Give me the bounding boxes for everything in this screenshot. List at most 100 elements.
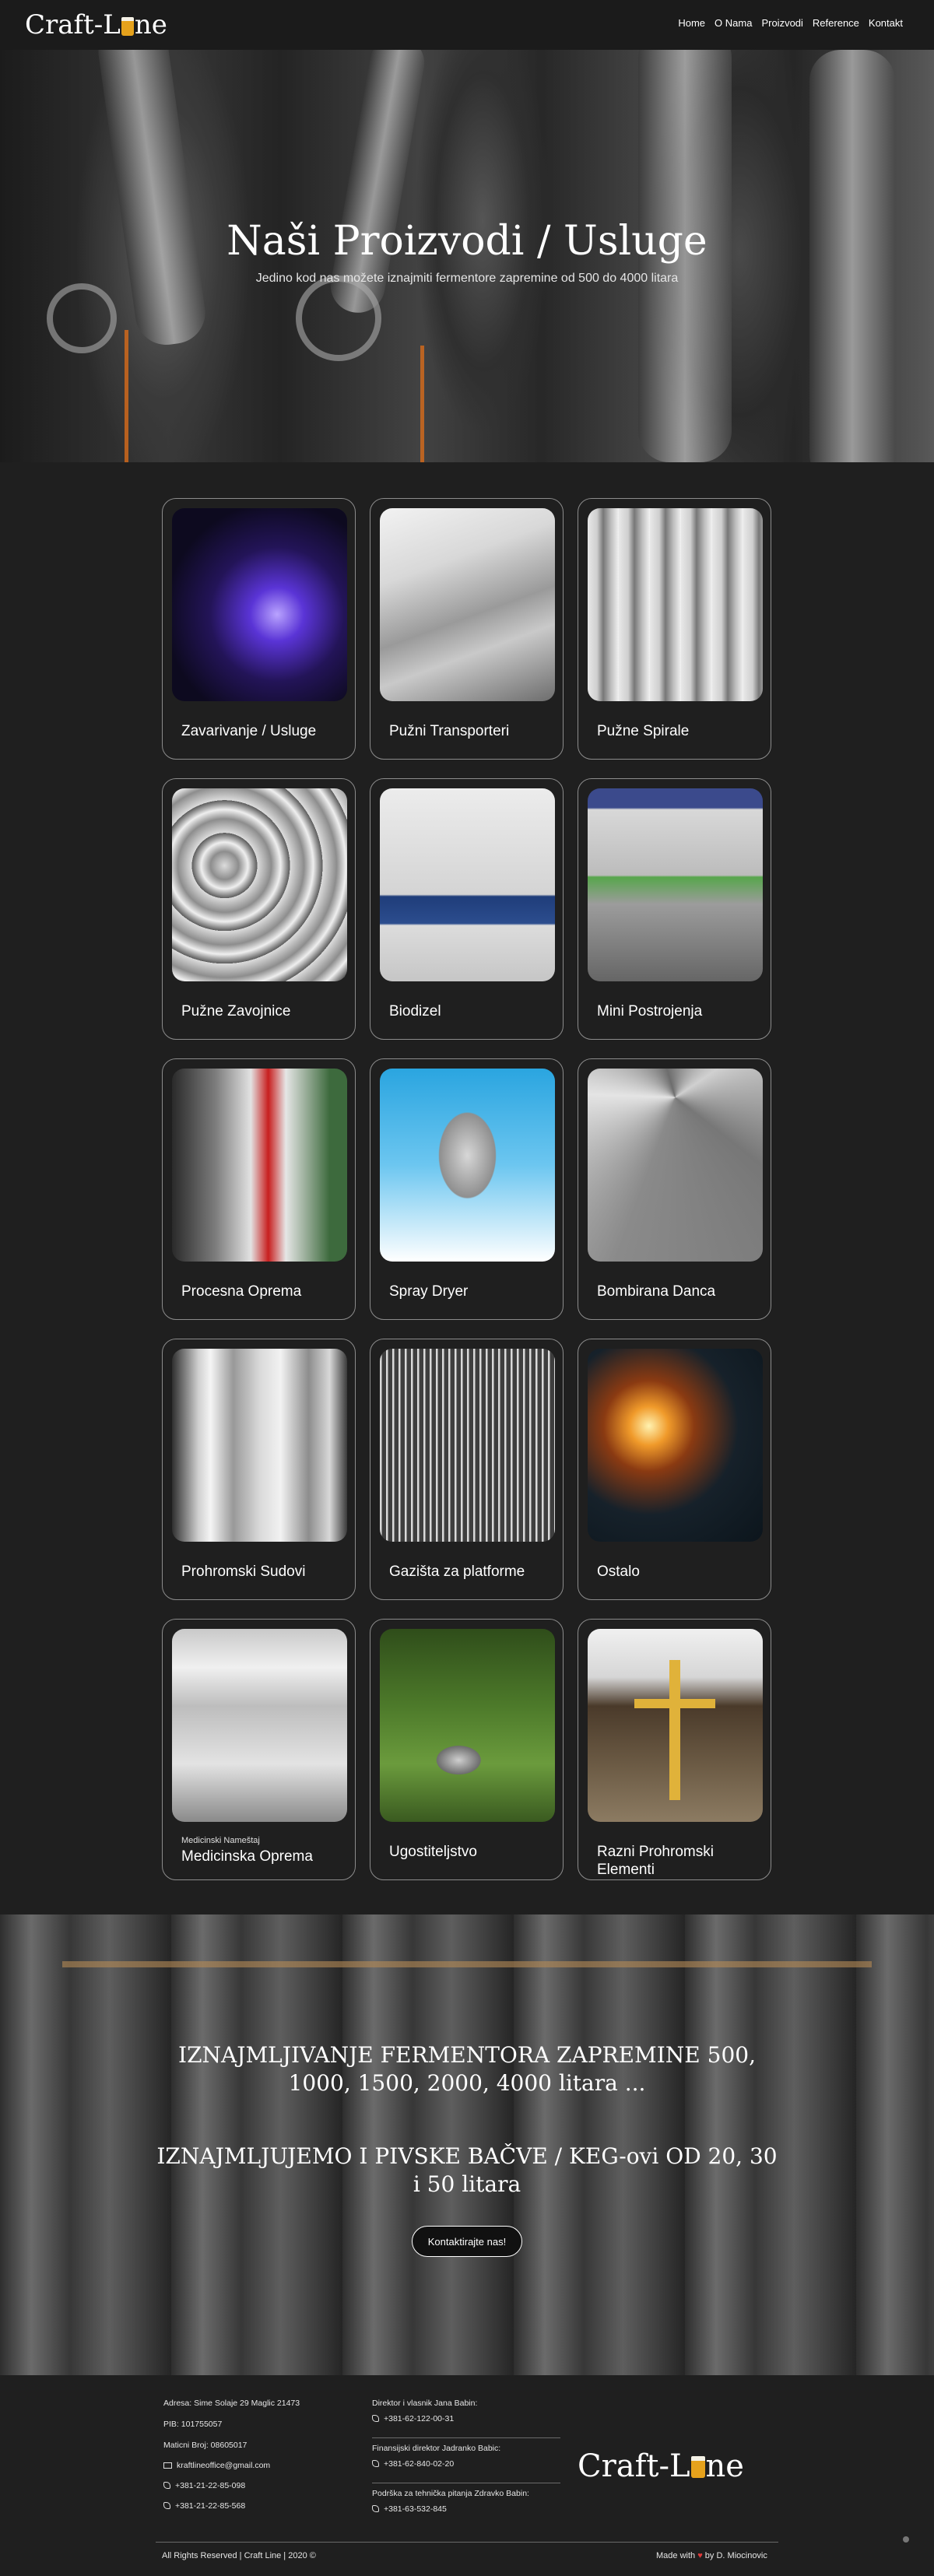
contact-button[interactable]: Kontaktirajte nas! — [412, 2226, 522, 2257]
product-card-prohromski-sudovi[interactable]: Prohromski Sudovi — [162, 1339, 356, 1600]
product-card-puzne-spirale[interactable]: Pužne Spirale — [578, 498, 771, 760]
logo-text-part2: ne — [134, 9, 167, 40]
footer-phone1: +381-21-22-85-098 — [175, 2481, 246, 2490]
footer-phone-row[interactable]: +381-21-22-85-098 — [163, 2481, 245, 2490]
tech-label: Podrška za tehnička pitanja Zdravko Babi… — [372, 2489, 529, 2498]
tech-phone: +381-63-532-845 — [384, 2504, 447, 2514]
product-title: Zavarivanje / Usluge — [181, 723, 317, 739]
banner-bg-rail — [62, 1961, 872, 1967]
product-image — [588, 508, 763, 701]
footer-email: kraftlineoffice@gmail.com — [177, 2461, 271, 2470]
product-title: Mini Postrojenja — [597, 1003, 703, 1020]
product-title: Gazišta za platforme — [389, 1563, 525, 1580]
footer-bottom-divider — [156, 2542, 778, 2543]
product-image — [172, 788, 347, 981]
fermenter-rental-banner: IZNAJMLJIVANJE FERMENTORA ZAPREMINE 500,… — [0, 1914, 934, 2375]
director-label: Direktor i vlasnik Jana Babin: — [372, 2399, 478, 2408]
product-title: Biodizel — [389, 1003, 441, 1020]
product-image — [172, 1629, 347, 1822]
cross-vertical — [669, 1660, 680, 1800]
phone-icon — [163, 2502, 170, 2509]
finance-label: Finansijski direktor Jadranko Babic: — [372, 2444, 501, 2453]
product-title: Procesna Oprema — [181, 1283, 302, 1300]
product-image — [588, 1069, 763, 1262]
heart-icon: ♥ — [697, 2551, 703, 2560]
product-image — [380, 508, 555, 701]
phone-icon — [372, 2460, 379, 2467]
footer-logo-part1: Craft-L — [578, 2448, 690, 2484]
nav-reference[interactable]: Reference — [813, 17, 859, 29]
tech-phone-row[interactable]: +381-63-532-845 — [372, 2504, 447, 2514]
product-card-zavarivanje[interactable]: Zavarivanje / Usluge — [162, 498, 356, 760]
product-title: Ugostiteljstvo — [389, 1844, 477, 1860]
product-card-ostalo[interactable]: Ostalo — [578, 1339, 771, 1600]
product-card-procesna-oprema[interactable]: Procesna Oprema — [162, 1058, 356, 1320]
hero-section: Naši Proizvodi / Usluge Jedino kod nas m… — [0, 50, 934, 462]
product-image — [380, 1069, 555, 1262]
made-prefix: Made with — [656, 2551, 696, 2560]
footer-pib: PIB: 101755057 — [163, 2420, 223, 2429]
footer-address: Adresa: Sime Solaje 29 Maglic 21473 — [163, 2399, 300, 2408]
navbar: Craft-L ne Home O Nama Proizvodi Referenc… — [0, 0, 934, 50]
footer-logo[interactable]: Craft-L ne — [578, 2448, 744, 2484]
scroll-indicator[interactable] — [903, 2536, 909, 2543]
made-with: Made with ♥ by D. Miocinovic — [656, 2551, 767, 2560]
product-card-spray-dryer[interactable]: Spray Dryer — [370, 1058, 564, 1320]
product-image — [380, 1629, 555, 1822]
footer-divider — [372, 2437, 560, 2438]
product-title: Razni Prohromski Elementi — [597, 1844, 714, 1878]
product-card-razni-elementi[interactable]: Razni Prohromski Elementi — [578, 1619, 771, 1880]
logo[interactable]: Craft-L ne — [25, 9, 167, 40]
nav-proizvodi[interactable]: Proizvodi — [761, 17, 802, 29]
product-card-medicinska-oprema[interactable]: Medicinski Nameštaj Medicinska Oprema — [162, 1619, 356, 1880]
nav-o-nama[interactable]: O Nama — [715, 17, 752, 29]
product-image — [380, 788, 555, 981]
hero-bg-hose — [420, 346, 424, 462]
product-card-ugostiteljstvo[interactable]: Ugostiteljstvo — [370, 1619, 564, 1880]
product-card-biodizel[interactable]: Biodizel — [370, 778, 564, 1040]
product-title: Pužne Zavojnice — [181, 1003, 291, 1020]
product-image — [172, 1349, 347, 1542]
footer-company-info: Adresa: Sime Solaje 29 Maglic 21473 PIB:… — [163, 2399, 350, 2523]
made-suffix: by D. Miocinovic — [704, 2551, 767, 2560]
hero-bg-valve — [47, 283, 117, 353]
footer-email-row[interactable]: kraftlineoffice@gmail.com — [163, 2461, 270, 2470]
product-title: Spray Dryer — [389, 1283, 469, 1300]
phone-icon — [372, 2415, 379, 2422]
footer-phone2: +381-21-22-85-568 — [175, 2501, 246, 2511]
phone-icon — [372, 2505, 379, 2512]
product-card-puzne-zavojnice[interactable]: Pužne Zavojnice — [162, 778, 356, 1040]
hero-bg-valve — [296, 275, 381, 361]
banner-heading-fermenters: IZNAJMLJIVANJE FERMENTORA ZAPREMINE 500,… — [178, 2042, 756, 2096]
footer-mb: Maticni Broj: 08605017 — [163, 2441, 248, 2450]
product-card-bombirana-danca[interactable]: Bombirana Danca — [578, 1058, 771, 1320]
page: Craft-L ne Home O Nama Proizvodi Referenc… — [0, 0, 934, 2576]
nav-home[interactable]: Home — [678, 17, 705, 29]
product-title: Bombirana Danca — [597, 1283, 716, 1300]
product-image — [588, 1349, 763, 1542]
beer-mug-icon — [690, 2456, 705, 2478]
product-image — [172, 508, 347, 701]
footer-logo-part2: ne — [705, 2448, 744, 2484]
product-title: Pužne Spirale — [597, 723, 690, 739]
product-title: Ostalo — [597, 1563, 640, 1580]
product-title: Prohromski Sudovi — [181, 1563, 306, 1580]
director-phone-row[interactable]: +381-62-122-00-31 — [372, 2414, 454, 2423]
footer: Adresa: Sime Solaje 29 Maglic 21473 PIB:… — [0, 2375, 934, 2576]
director-phone: +381-62-122-00-31 — [384, 2414, 455, 2423]
product-title: Pužni Transporteri — [389, 723, 510, 739]
mail-icon — [163, 2462, 172, 2469]
cross-horizontal — [634, 1699, 715, 1708]
logo-text-part1: Craft-L — [25, 9, 121, 40]
footer-phone-row[interactable]: +381-21-22-85-568 — [163, 2501, 245, 2511]
beer-mug-icon — [121, 17, 134, 36]
finance-phone-row[interactable]: +381-62-840-02-20 — [372, 2459, 454, 2469]
product-card-gazista[interactable]: Gazišta za platforme — [370, 1339, 564, 1600]
product-card-puzni-transporteri[interactable]: Pužni Transporteri — [370, 498, 564, 760]
copyright: All Rights Reserved | Craft Line | 2020 … — [162, 2551, 316, 2560]
hero-bg-hose — [125, 330, 128, 462]
product-card-mini-postrojenja[interactable]: Mini Postrojenja — [578, 778, 771, 1040]
nav-kontakt[interactable]: Kontakt — [869, 17, 903, 29]
footer-contacts: Direktor i vlasnik Jana Babin: +381-62-1… — [372, 2399, 559, 2523]
main-menu: Home O Nama Proizvodi Reference Kontakt — [678, 17, 903, 29]
